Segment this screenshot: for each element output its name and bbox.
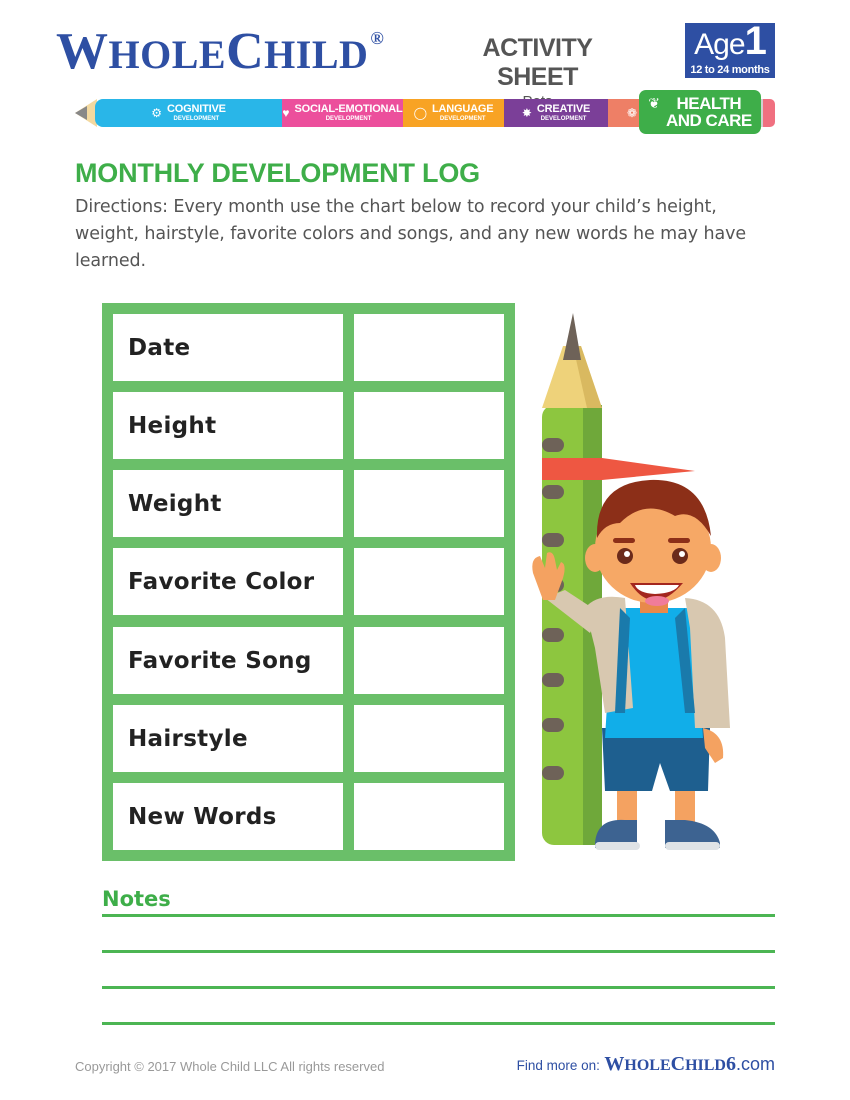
logo-text: HILD [264,32,369,77]
row-value-field[interactable] [354,548,504,615]
registered-mark: ® [370,28,385,48]
notes-title: Notes [102,887,171,911]
note-line[interactable] [102,1022,775,1025]
category-language[interactable]: ◯ LANGUAGE DEVELOPMENT [403,99,504,127]
logo-letter: W [56,23,109,80]
table-row: Weight [113,470,504,537]
category-label: COGNITIVE DEVELOPMENT [167,103,226,123]
category-main-label: HEALTH [676,94,742,113]
category-label: HEALTH AND CARE [666,95,752,129]
find-more-label: Find more on: [516,1058,600,1073]
table-row: Height [113,392,504,459]
age-badge: Age1 12 to 24 months [685,21,775,78]
age-number: 1 [744,19,767,63]
heart-icon: ♥ [282,106,290,120]
sprout-icon: ❦ [648,95,660,111]
row-label: Height [113,392,343,459]
wholechild-logo: WHOLECHILD ® [56,22,384,81]
row-label: Favorite Color [113,548,343,615]
category-main-label-2: AND CARE [666,111,752,130]
pencil-lead-icon [75,106,87,120]
row-label: Hairstyle [113,705,343,772]
logo-letter: C [226,23,265,80]
row-label: New Words [113,783,343,850]
category-main-label: SOCIAL-EMOTIONAL [294,103,403,115]
row-value-field[interactable] [354,470,504,537]
note-line[interactable] [102,914,775,917]
pencil-eraser [763,99,775,127]
row-label: Weight [113,470,343,537]
logo-text: HOLE [108,32,227,77]
age-label-line: Age1 [685,21,775,63]
website-link[interactable]: WHOLECHILD6 [604,1053,736,1075]
age-label: Age [694,28,745,61]
category-sub-label: DEVELOPMENT [540,116,587,122]
brain-icon: ❁ [626,106,638,120]
row-value-field[interactable] [354,627,504,694]
site-letter: W [604,1053,625,1075]
speech-bubble-icon: ◯ [413,106,428,120]
site-domain: .com [735,1054,775,1074]
category-main-label: LANGUAGE [432,103,494,115]
sheet-title: ACTIVITY SHEET [482,34,593,91]
table-row: Favorite Song [113,627,504,694]
table-row: Hairstyle [113,705,504,772]
flower-icon: ✸ [521,106,532,120]
site-text: HOLE [624,1057,671,1074]
row-value-field[interactable] [354,392,504,459]
development-log-table: Date Height Weight Favorite Color Favori… [102,303,515,861]
category-cognitive[interactable]: ⚙ COGNITIVE DEVELOPMENT [95,99,282,127]
category-main-label: CREATIVE [536,103,591,115]
category-social-emotional[interactable]: ♥ SOCIAL-EMOTIONAL DEVELOPMENT [282,99,403,127]
directions-text: Directions: Every month use the chart be… [75,197,747,271]
gears-icon: ⚙ [151,106,163,120]
note-line[interactable] [102,950,775,953]
site-number: 6 [725,1053,736,1075]
category-sub-label: DEVELOPMENT [325,116,372,122]
category-label: SOCIAL-EMOTIONAL DEVELOPMENT [294,103,403,123]
category-creative[interactable]: ✸ CREATIVE DEVELOPMENT [504,99,608,127]
site-letter: C [670,1053,686,1075]
site-text: HILD [685,1057,726,1074]
row-value-field[interactable] [354,314,504,381]
category-label: CREATIVE DEVELOPMENT [536,103,591,123]
row-value-field[interactable] [354,705,504,772]
copyright-text: Copyright © 2017 Whole Child LLC All rig… [75,1059,385,1074]
table-row: New Words [113,783,504,850]
category-sub-label: DEVELOPMENT [173,116,220,122]
category-label: LANGUAGE DEVELOPMENT [432,103,494,123]
category-sub-label: DEVELOPMENT [439,116,486,122]
row-label: Favorite Song [113,627,343,694]
table-row: Date [113,314,504,381]
age-range: 12 to 24 months [690,64,770,76]
category-health-and-care[interactable]: ❦ HEALTH AND CARE [639,90,761,134]
category-bar: ⚙ COGNITIVE DEVELOPMENT ♥ SOCIAL-EMOTIONA… [75,90,775,134]
row-label: Date [113,314,343,381]
find-more-link[interactable]: Find more on: WHOLECHILD6.com [517,1053,775,1076]
note-line[interactable] [102,986,775,989]
row-value-field[interactable] [354,783,504,850]
boy-pencil-illustration [532,313,730,850]
table-row: Favorite Color [113,548,504,615]
page-title: MONTHLY DEVELOPMENT LOG [75,158,480,188]
category-main-label: COGNITIVE [167,103,226,115]
